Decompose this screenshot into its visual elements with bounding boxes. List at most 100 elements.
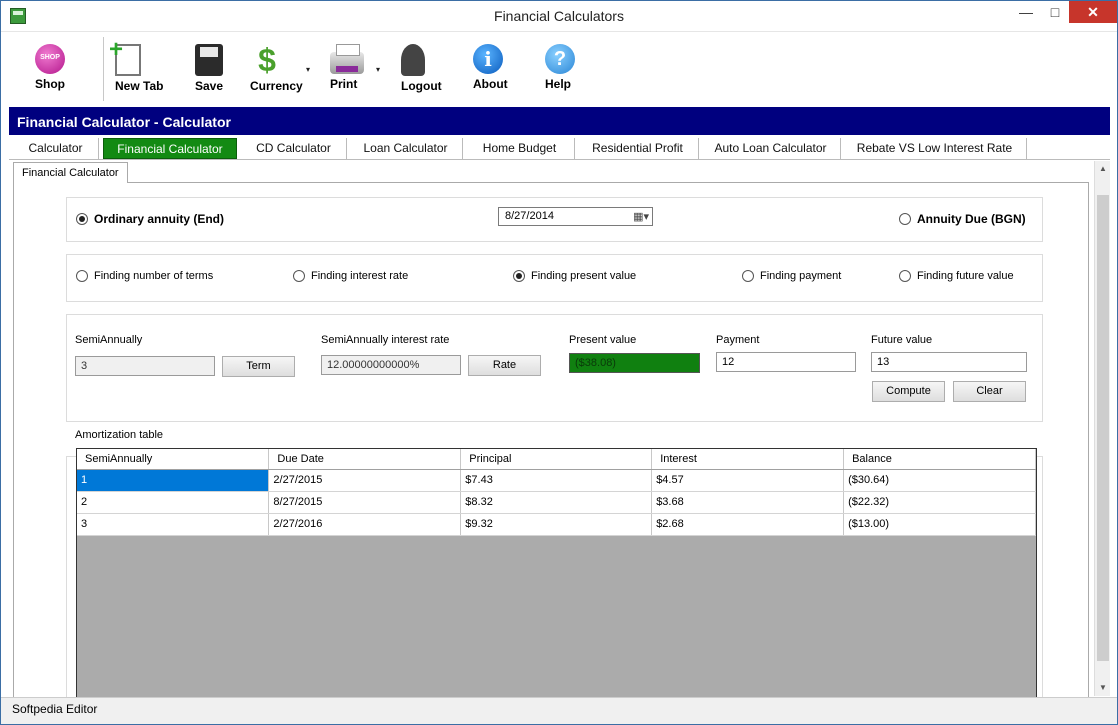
- shop-icon: [35, 44, 65, 74]
- table-cell[interactable]: $9.32: [460, 513, 653, 536]
- subtab-financial-calculator[interactable]: Financial Calculator: [13, 162, 128, 183]
- radio-empty-dot: [76, 270, 88, 282]
- tab-financial-calculator[interactable]: Financial Calculator: [103, 138, 237, 159]
- future-value-field[interactable]: 13: [871, 352, 1027, 372]
- column-header[interactable]: Interest: [651, 449, 845, 470]
- finding-terms-radio[interactable]: Finding number of terms: [76, 270, 213, 282]
- tab-cd-calculator[interactable]: CD Calculator: [241, 138, 347, 159]
- terms-field[interactable]: 3: [75, 356, 215, 376]
- table-cell[interactable]: $7.43: [460, 469, 653, 492]
- ordinary-annuity-label: Ordinary annuity (End): [94, 212, 225, 226]
- rate-button[interactable]: Rate: [468, 355, 541, 376]
- radio-selected-dot: [513, 270, 525, 282]
- minimize-button[interactable]: —: [1011, 1, 1041, 23]
- close-button[interactable]: ✕: [1069, 1, 1117, 23]
- title-bar: Financial Calculators — □ ✕: [1, 1, 1117, 32]
- tab-loan-calculator[interactable]: Loan Calculator: [349, 138, 463, 159]
- finding-terms-label: Finding number of terms: [94, 270, 214, 282]
- shop-button[interactable]: Shop: [35, 44, 65, 91]
- rate-label: SemiAnnually interest rate: [321, 334, 450, 346]
- table-row[interactable]: 1 2/27/2015 $7.43 $4.57 ($30.64): [77, 469, 1036, 492]
- radio-empty-dot: [899, 213, 911, 225]
- column-header[interactable]: Due Date: [268, 449, 462, 470]
- column-header[interactable]: SemiAnnually: [77, 449, 270, 470]
- main-tab-strip: Calculator Financial Calculator CD Calcu…: [9, 136, 1110, 160]
- table-cell[interactable]: ($22.32): [843, 491, 1036, 514]
- radio-empty-dot: [742, 270, 754, 282]
- table-cell[interactable]: $8.32: [460, 491, 653, 514]
- tab-calculator[interactable]: Calculator: [13, 138, 99, 159]
- tab-rebate-vs-low-interest-rate[interactable]: Rebate VS Low Interest Rate: [843, 138, 1027, 159]
- print-button[interactable]: Print: [330, 44, 364, 91]
- column-header[interactable]: Balance: [843, 449, 1036, 470]
- future-value-label: Future value: [871, 334, 933, 346]
- payment-field[interactable]: 12: [716, 352, 856, 372]
- annuity-due-radio[interactable]: Annuity Due (BGN): [899, 212, 1026, 226]
- rate-field[interactable]: 12.00000000000%: [321, 355, 461, 375]
- new-tab-label: New Tab: [115, 79, 164, 93]
- currency-dropdown-arrow[interactable]: ▾: [306, 65, 310, 74]
- table-row[interactable]: 3 2/27/2016 $9.32 $2.68 ($13.00): [77, 513, 1036, 536]
- compute-button[interactable]: Compute: [872, 381, 945, 402]
- help-button[interactable]: ? Help: [545, 44, 575, 91]
- table-cell[interactable]: ($30.64): [843, 469, 1036, 492]
- scrollbar-thumb[interactable]: [1097, 195, 1109, 661]
- amortization-grid[interactable]: SemiAnnually Due Date Principal Interest…: [76, 448, 1037, 699]
- finding-future-value-radio[interactable]: Finding future value: [899, 270, 1014, 282]
- radio-selected-dot: [76, 213, 88, 225]
- finding-present-value-label: Finding present value: [531, 270, 637, 282]
- help-label: Help: [545, 77, 572, 91]
- table-row[interactable]: 2 8/27/2015 $8.32 $3.68 ($22.32): [77, 491, 1036, 514]
- page-header: Financial Calculator - Calculator: [9, 107, 1110, 135]
- tab-auto-loan-calculator[interactable]: Auto Loan Calculator: [701, 138, 841, 159]
- dollar-icon: $: [258, 42, 276, 78]
- table-cell[interactable]: 2/27/2015: [268, 469, 462, 492]
- finding-present-value-radio[interactable]: Finding present value: [513, 270, 636, 282]
- maximize-button[interactable]: □: [1041, 1, 1069, 23]
- table-cell[interactable]: 3: [77, 513, 270, 536]
- column-header[interactable]: Principal: [460, 449, 653, 470]
- new-tab-button[interactable]: New Tab: [109, 36, 163, 93]
- present-value-field[interactable]: ($38.08): [569, 353, 700, 373]
- tab-home-budget[interactable]: Home Budget: [465, 138, 575, 159]
- finding-mode-group: Finding number of terms Finding interest…: [66, 254, 1043, 302]
- print-label: Print: [330, 77, 358, 91]
- clear-button[interactable]: Clear: [953, 381, 1026, 402]
- terms-label: SemiAnnually: [75, 334, 143, 346]
- toolbar: Shop New Tab Save $ Currency ▾ Print ▾ L…: [1, 32, 1117, 106]
- table-cell[interactable]: $2.68: [651, 513, 845, 536]
- print-dropdown-arrow[interactable]: ▾: [376, 65, 380, 74]
- vertical-scrollbar[interactable]: ▲ ▼: [1094, 161, 1110, 696]
- logout-button[interactable]: Logout: [401, 44, 442, 93]
- table-cell[interactable]: 1: [77, 469, 270, 492]
- logout-label: Logout: [401, 79, 442, 93]
- table-cell[interactable]: $4.57: [651, 469, 845, 492]
- ordinary-annuity-radio[interactable]: Ordinary annuity (End): [76, 212, 224, 226]
- calendar-dropdown-icon[interactable]: ▦▾: [633, 210, 649, 223]
- finding-payment-radio[interactable]: Finding payment: [742, 270, 841, 282]
- toolbar-separator: [103, 37, 104, 101]
- table-cell[interactable]: ($13.00): [843, 513, 1036, 536]
- currency-label: Currency: [250, 79, 303, 93]
- radio-empty-dot: [293, 270, 305, 282]
- annuity-due-label: Annuity Due (BGN): [917, 212, 1026, 226]
- start-date-picker[interactable]: 8/27/2014 ▦▾: [498, 207, 653, 226]
- finding-future-value-label: Finding future value: [917, 270, 1014, 282]
- scroll-up-icon[interactable]: ▲: [1095, 161, 1111, 177]
- tab-residential-profit[interactable]: Residential Profit: [577, 138, 699, 159]
- start-date-value: 8/27/2014: [505, 210, 554, 222]
- table-cell[interactable]: 8/27/2015: [268, 491, 462, 514]
- table-cell[interactable]: 2/27/2016: [268, 513, 462, 536]
- term-button[interactable]: Term: [222, 356, 295, 377]
- save-button[interactable]: Save: [195, 44, 223, 93]
- finding-rate-radio[interactable]: Finding interest rate: [293, 270, 408, 282]
- currency-button[interactable]: $ Currency: [250, 42, 303, 93]
- scroll-down-icon[interactable]: ▼: [1095, 680, 1111, 696]
- present-value-label: Present value: [569, 334, 637, 346]
- finding-payment-label: Finding payment: [760, 270, 842, 282]
- table-cell[interactable]: 2: [77, 491, 270, 514]
- printer-icon: [330, 44, 364, 74]
- table-cell[interactable]: $3.68: [651, 491, 845, 514]
- save-label: Save: [195, 79, 224, 93]
- about-button[interactable]: i About: [473, 44, 508, 91]
